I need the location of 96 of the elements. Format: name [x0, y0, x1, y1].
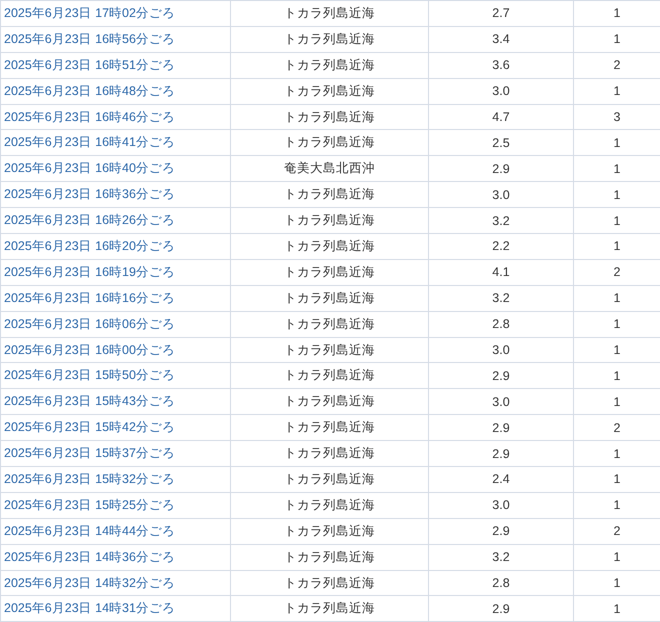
time-link[interactable]: 2025年6月23日 16時26分ごろ [4, 212, 175, 230]
table-cell: 4.7 [492, 110, 510, 124]
table-cell: 1 [614, 162, 620, 176]
table-cell: トカラ列島近海 [284, 470, 375, 488]
table-cell: 2.7 [492, 6, 510, 20]
table-cell: 奄美大島北西沖 [284, 160, 375, 178]
table-cell: 3.0 [492, 84, 510, 98]
table-cell: 3.4 [492, 32, 510, 46]
table-cell: トカラ列島近海 [284, 238, 375, 255]
table-cell: 3.2 [492, 291, 510, 306]
time-link[interactable]: 2025年6月23日 16時00分ごろ [4, 342, 175, 359]
time-link[interactable]: 2025年6月23日 16時46分ごろ [4, 108, 175, 126]
table-cell: 1 [614, 84, 620, 98]
table-cell: トカラ列島近海 [284, 522, 375, 540]
time-link[interactable]: 2025年6月23日 15時43分ごろ [4, 393, 175, 410]
table-cell: トカラ列島近海 [284, 82, 375, 100]
time-link[interactable]: 2025年6月23日 16時40分ごろ [4, 160, 175, 178]
time-link[interactable]: 2025年6月23日 14時31分ごろ [4, 600, 175, 618]
table-cell: 1 [614, 317, 620, 332]
table-cell: トカラ列島近海 [284, 290, 375, 307]
table-cell: 2.2 [492, 239, 510, 254]
table-cell: 3 [614, 110, 620, 124]
table-cell: 1 [614, 472, 620, 486]
table-cell: トカラ列島近海 [284, 4, 375, 22]
table-cell: 2.9 [492, 420, 510, 435]
time-link[interactable]: 2025年6月23日 14時36分ごろ [4, 548, 175, 566]
table-cell: トカラ列島近海 [284, 264, 375, 281]
table-cell: 2.9 [492, 446, 510, 461]
time-link[interactable]: 2025年6月23日 16時48分ごろ [4, 82, 175, 100]
table-cell: 2.4 [492, 472, 510, 486]
table-cell: トカラ列島近海 [284, 134, 375, 152]
table-cell: トカラ列島近海 [284, 186, 375, 204]
table-cell: 1 [614, 602, 620, 616]
time-link[interactable]: 2025年6月23日 16時19分ごろ [4, 264, 175, 281]
table-cell: 2.9 [492, 524, 510, 538]
time-link[interactable]: 2025年6月23日 16時51分ごろ [4, 56, 175, 74]
table-cell: 2 [614, 420, 620, 435]
table-cell: 1 [614, 188, 620, 202]
table-cell: 3.2 [492, 214, 510, 228]
table-cell: 1 [614, 550, 620, 564]
table-cell: 3.0 [492, 394, 510, 409]
time-link[interactable]: 2025年6月23日 16時56分ごろ [4, 30, 175, 48]
table-cell: トカラ列島近海 [284, 367, 375, 384]
table-cell: 1 [614, 446, 620, 461]
table-cell: トカラ列島近海 [284, 496, 375, 514]
table-cell: トカラ列島近海 [284, 574, 375, 592]
table-cell: 4.1 [492, 265, 510, 280]
table-cell: 2 [614, 58, 620, 72]
time-link[interactable]: 2025年6月23日 16時06分ごろ [4, 316, 175, 333]
table-cell: 3.0 [492, 343, 510, 358]
time-link[interactable]: 2025年6月23日 15時50分ごろ [4, 367, 175, 384]
time-link[interactable]: 2025年6月23日 16時41分ごろ [4, 134, 175, 152]
time-link[interactable]: 2025年6月23日 15時42分ごろ [4, 419, 175, 436]
table-cell: 1 [614, 498, 620, 512]
time-link[interactable]: 2025年6月23日 17時02分ごろ [4, 4, 175, 22]
table-cell: トカラ列島近海 [284, 445, 375, 462]
table-cell: 3.2 [492, 550, 510, 564]
table-cell: トカラ列島近海 [284, 56, 375, 74]
table-cell: 3.6 [492, 58, 510, 72]
table-cell: 1 [614, 32, 620, 46]
table-cell: 2.8 [492, 317, 510, 332]
table-cell: 1 [614, 576, 620, 590]
time-link[interactable]: 2025年6月23日 16時36分ごろ [4, 186, 175, 204]
table-cell: トカラ列島近海 [284, 108, 375, 126]
table-cell: 1 [614, 214, 620, 228]
table-cell: 1 [614, 6, 620, 20]
table-cell: 3.0 [492, 188, 510, 202]
table-cell: 1 [614, 291, 620, 306]
table-cell: 2.9 [492, 602, 510, 616]
table-cell: トカラ列島近海 [284, 212, 375, 230]
table-cell: 2 [614, 524, 620, 538]
table-cell: トカラ列島近海 [284, 316, 375, 333]
table-cell: 1 [614, 368, 620, 383]
table-cell: 1 [614, 239, 620, 254]
table-cell: 1 [614, 394, 620, 409]
time-link[interactable]: 2025年6月23日 15時37分ごろ [4, 445, 175, 462]
table-cell: 2.9 [492, 368, 510, 383]
time-link[interactable]: 2025年6月23日 15時32分ごろ [4, 470, 175, 488]
table-cell: トカラ列島近海 [284, 30, 375, 48]
table-cell: 1 [614, 136, 620, 150]
table-cell: 2.5 [492, 136, 510, 150]
time-link[interactable]: 2025年6月23日 15時25分ごろ [4, 496, 175, 514]
table-cell: トカラ列島近海 [284, 419, 375, 436]
table-cell: トカラ列島近海 [284, 548, 375, 566]
table-cell: トカラ列島近海 [284, 600, 375, 618]
time-link[interactable]: 2025年6月23日 14時32分ごろ [4, 574, 175, 592]
table-cell: 1 [614, 343, 620, 358]
table-cell: トカラ列島近海 [284, 342, 375, 359]
time-link[interactable]: 2025年6月23日 14時44分ごろ [4, 522, 175, 540]
time-link[interactable]: 2025年6月23日 16時16分ごろ [4, 290, 175, 307]
table-cell: 2 [614, 265, 620, 280]
time-link[interactable]: 2025年6月23日 16時20分ごろ [4, 238, 175, 255]
table-cell: トカラ列島近海 [284, 393, 375, 410]
table-cell: 2.8 [492, 576, 510, 590]
table-cell: 3.0 [492, 498, 510, 512]
table-cell: 2.9 [492, 162, 510, 176]
